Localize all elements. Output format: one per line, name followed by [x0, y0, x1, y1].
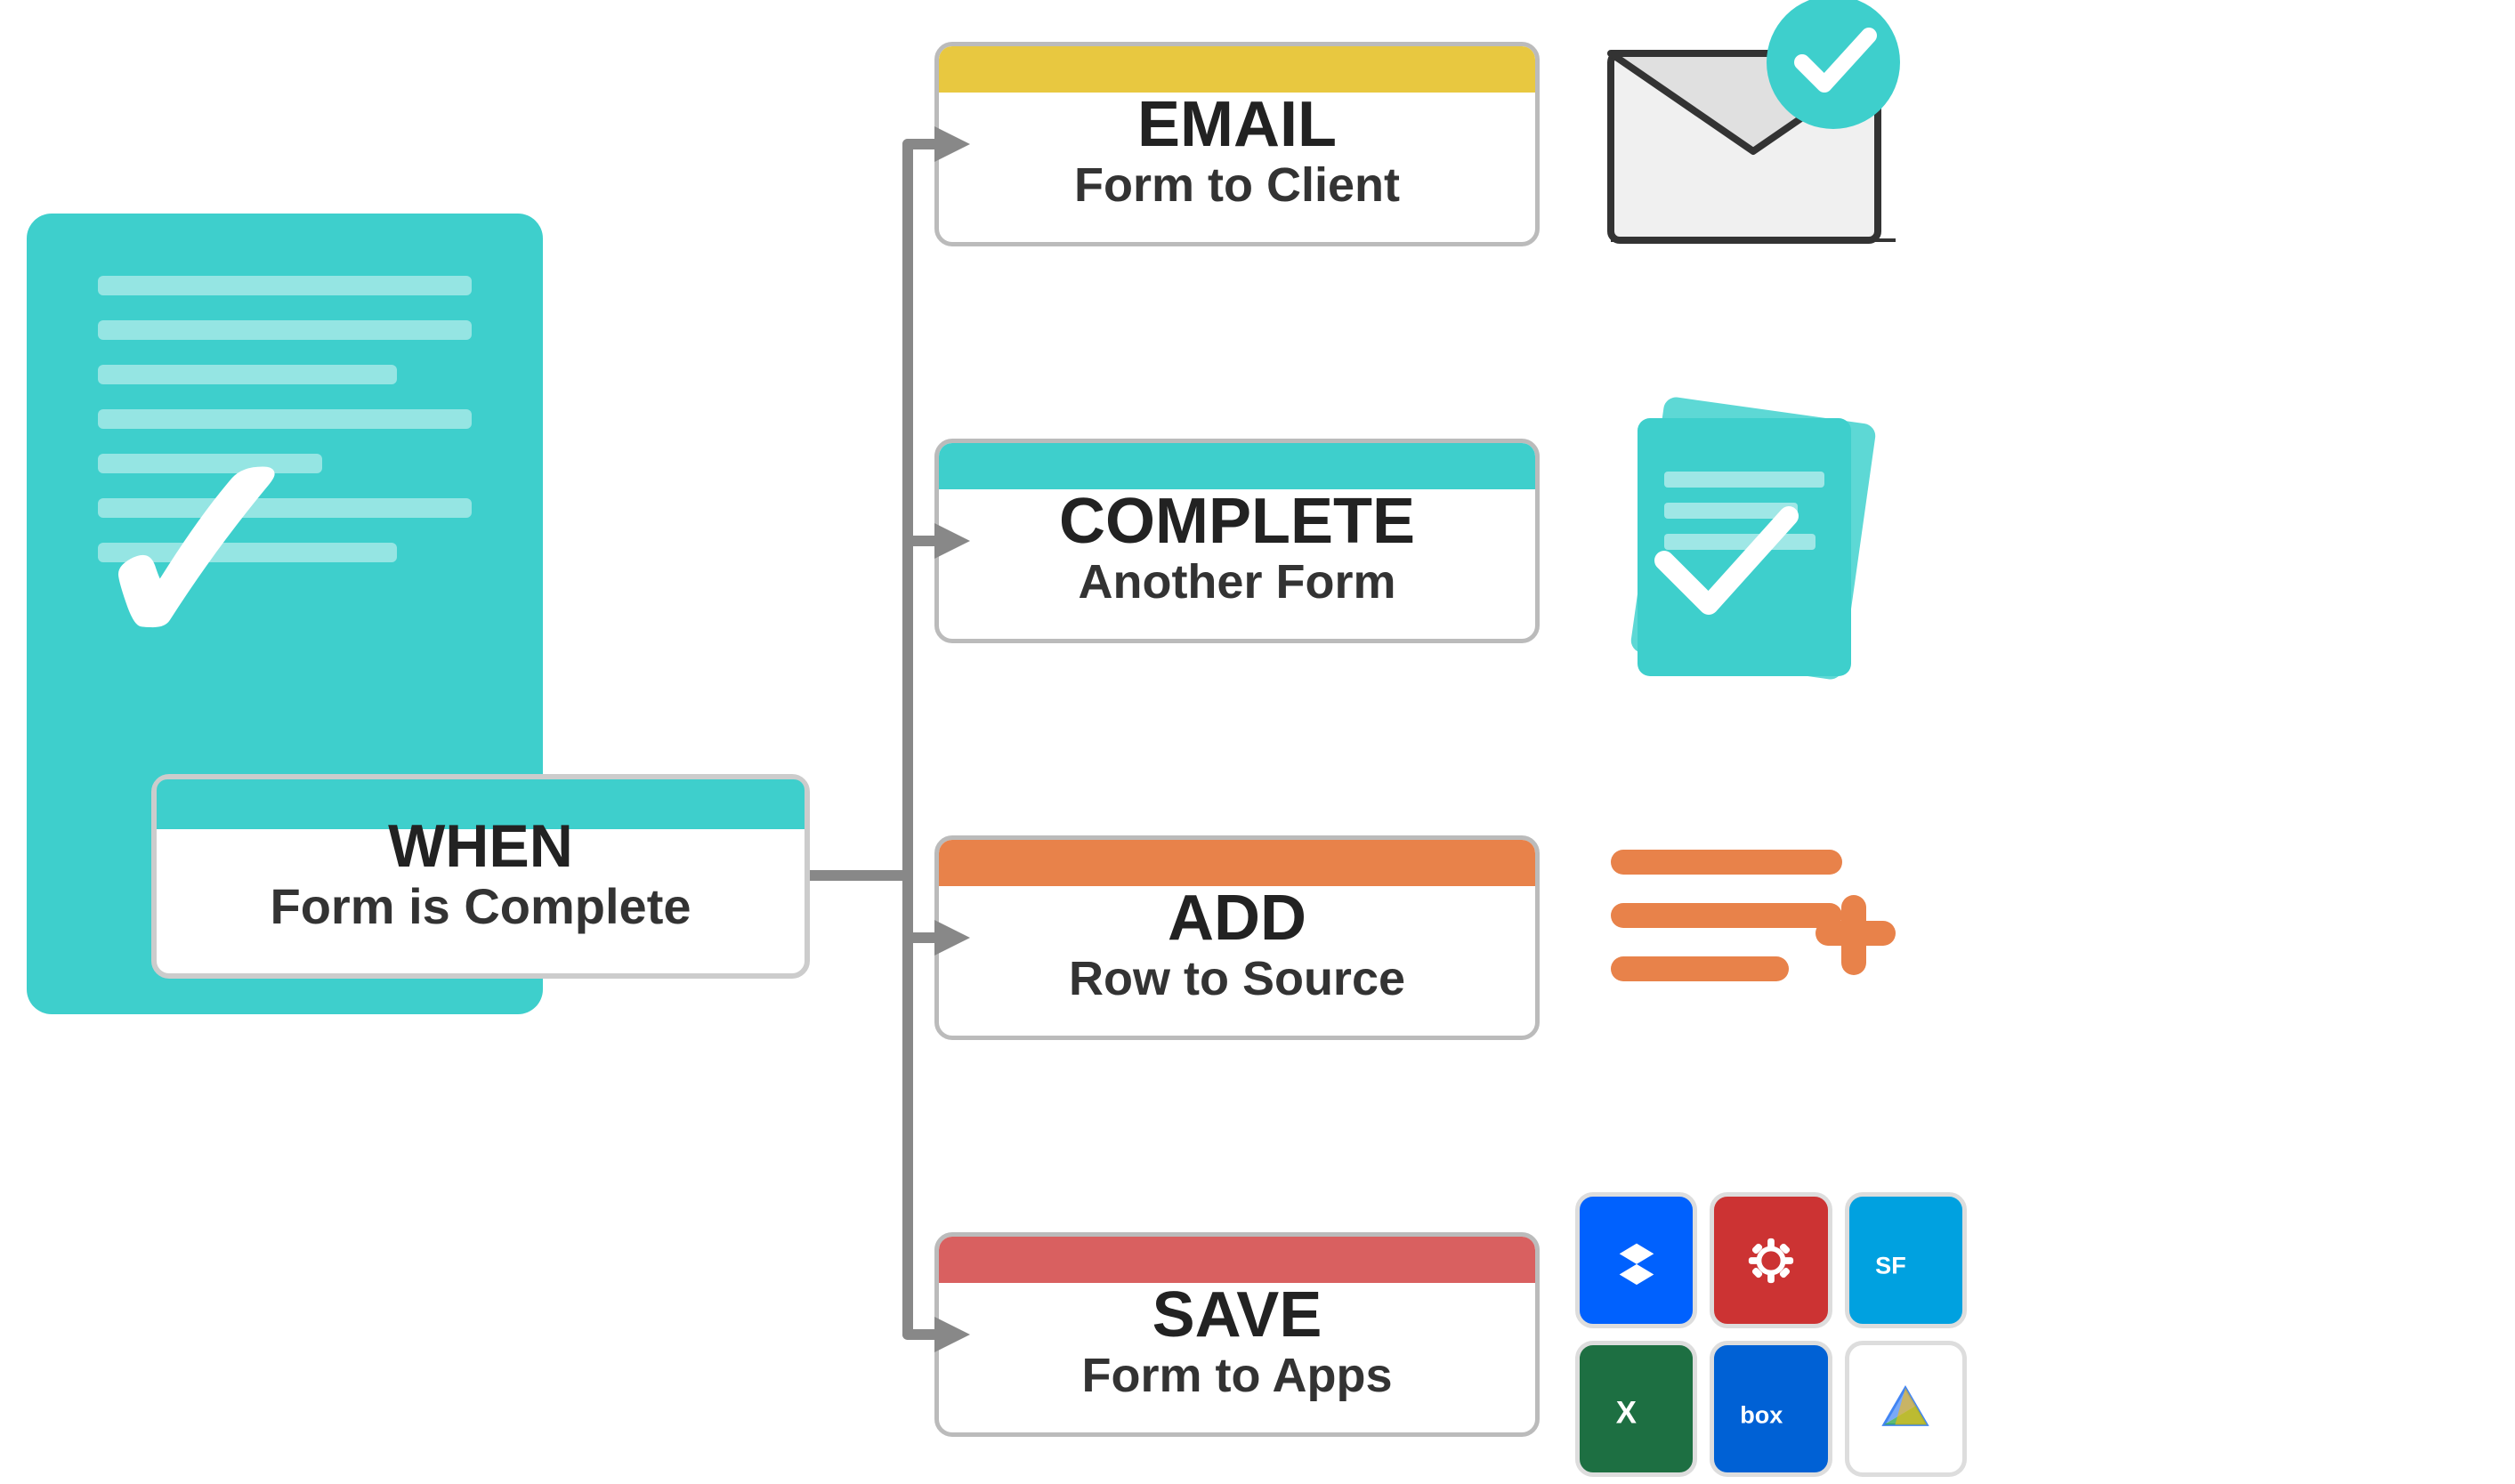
apps-grid: SF X box: [1575, 1192, 1967, 1477]
forms-icon: [1593, 391, 1913, 685]
when-box: WHEN Form is Complete: [151, 774, 810, 979]
form-line: [98, 320, 472, 340]
add-action-box[interactable]: ADD Row to Source: [934, 835, 1540, 1040]
email-label-top: EMAIL: [1137, 93, 1337, 157]
add-row-icon: [1593, 796, 1913, 1081]
dropbox-icon: [1575, 1192, 1697, 1328]
email-label-bottom: Form to Client: [1074, 157, 1400, 214]
email-box-content: EMAIL Form to Client: [1074, 64, 1400, 242]
add-label-bottom: Row to Source: [1069, 950, 1405, 1008]
box-icon: box: [1710, 1341, 1832, 1477]
form-line: [98, 365, 397, 384]
save-apps-icon: SF X box: [1575, 1192, 1967, 1477]
save-label-bottom: Form to Apps: [1082, 1347, 1393, 1405]
envelope-icon: [1602, 0, 1904, 276]
email-action-box[interactable]: EMAIL Form to Client: [934, 42, 1540, 246]
svg-text:box: box: [1740, 1401, 1783, 1428]
excel-icon: X: [1575, 1341, 1697, 1477]
email-icon: [1602, 0, 1904, 276]
complete-box-content: COMPLETE Another Form: [1059, 461, 1415, 639]
add-label-top: ADD: [1168, 886, 1306, 950]
save-box-content: SAVE Form to Apps: [1082, 1254, 1393, 1432]
workflow-icon: [1710, 1192, 1832, 1328]
complete-label-top: COMPLETE: [1059, 489, 1415, 553]
add-box-content: ADD Row to Source: [1069, 858, 1405, 1036]
checkmark-icon: ✓: [80, 409, 319, 694]
svg-text:SF: SF: [1875, 1252, 1906, 1278]
main-canvas: ✓ WHEN Form is Complete EMAIL Form to Cl…: [0, 0, 2515, 1484]
when-label-top: WHEN: [388, 816, 573, 876]
complete-label-bottom: Another Form: [1078, 553, 1395, 611]
addrow-svg-icon: [1593, 796, 1913, 1081]
save-label-top: SAVE: [1152, 1283, 1322, 1347]
svg-text:X: X: [1615, 1395, 1636, 1430]
save-action-box[interactable]: SAVE Form to Apps: [934, 1232, 1540, 1437]
salesforce-icon: SF: [1845, 1192, 1967, 1328]
when-box-content: WHEN Form is Complete: [271, 779, 691, 973]
drive-icon: [1845, 1341, 1967, 1477]
complete-icon: [1593, 391, 1913, 685]
form-line: [98, 276, 472, 295]
complete-action-box[interactable]: COMPLETE Another Form: [934, 439, 1540, 643]
when-label-bottom: Form is Complete: [271, 876, 691, 936]
